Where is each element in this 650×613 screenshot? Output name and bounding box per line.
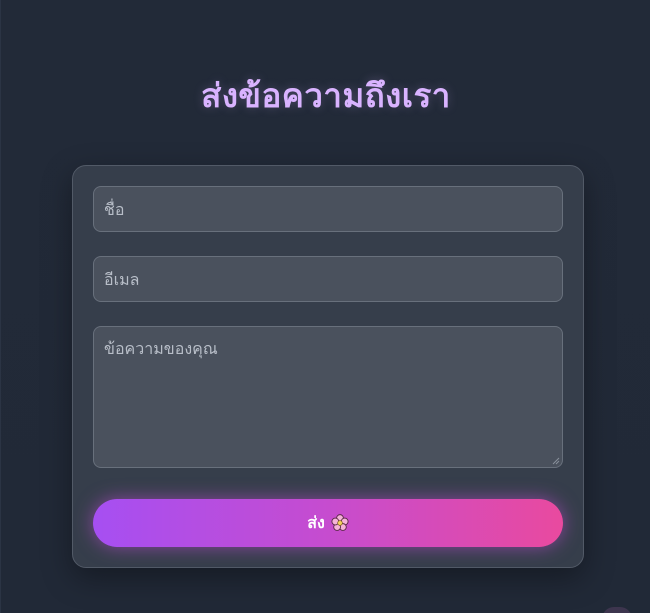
corner-decoration bbox=[602, 607, 632, 613]
name-input[interactable]: ชื่อ bbox=[93, 186, 563, 232]
resize-handle-icon[interactable] bbox=[552, 457, 560, 465]
submit-button[interactable]: ส่ง bbox=[93, 499, 563, 547]
submit-label: ส่ง bbox=[307, 512, 325, 532]
message-textarea[interactable]: ข้อความของคุณ bbox=[93, 326, 563, 468]
message-placeholder: ข้อความของคุณ bbox=[104, 339, 218, 358]
contact-form-card: ชื่อ อีเมล ข้อความของคุณ ส่ง bbox=[72, 165, 584, 568]
contact-page: ส่งข้อความถึงเรา ชื่อ อีเมล ข้อความของคุ… bbox=[0, 0, 650, 613]
email-input[interactable]: อีเมล bbox=[93, 256, 563, 302]
page-title: ส่งข้อความถึงเรา bbox=[201, 76, 451, 115]
flower-icon bbox=[331, 514, 349, 531]
